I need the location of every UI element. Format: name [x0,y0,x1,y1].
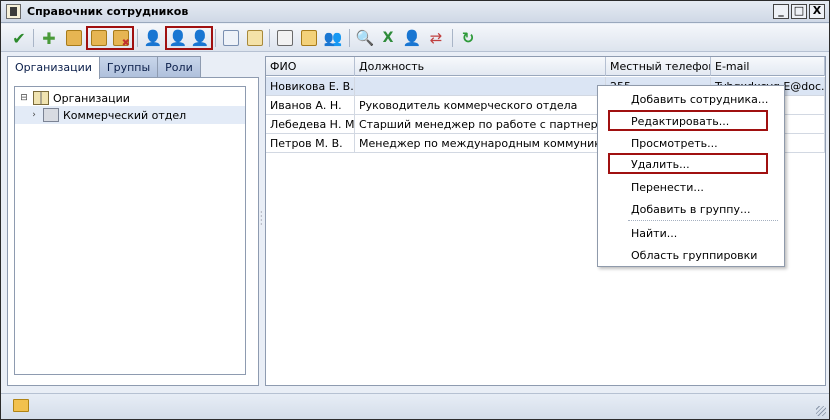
resize-grip[interactable] [816,406,826,416]
expand-icon[interactable]: › [29,110,39,120]
toolbar-separator [33,29,34,47]
excel-icon[interactable]: X [378,28,398,48]
book-icon [33,91,49,105]
column-header-position[interactable]: Должность [355,57,606,76]
cell-position [355,77,606,96]
left-panel: Организации Группы Роли ⊟ Организации › … [7,56,259,386]
tab-groups[interactable]: Группы [98,56,159,78]
user-transfer-icon[interactable]: ⇄ [426,28,446,48]
title-bar[interactable]: Справочник сотрудников _ □ X [1,1,829,23]
toolbar-separator [269,29,270,47]
menu-item-move[interactable]: Перенести... [598,177,784,197]
employee-directory-window: Справочник сотрудников _ □ X ✔ ✚ ✖ 👤 👤 👤… [0,0,830,420]
menu-item-add-employee[interactable]: Добавить сотрудника... [598,89,784,109]
column-header-email[interactable]: E-mail [711,57,825,76]
toolbar-separator [215,29,216,47]
tree-node-label: Коммерческий отдел [63,108,187,122]
collapse-icon[interactable]: ⊟ [19,93,29,103]
menu-separator [628,220,778,221]
cell-position: Старший менеджер по работе с партнерами [355,115,606,134]
add-organization-icon[interactable]: ✚ [39,28,59,48]
cell-position: Руководитель коммерческого отдела [355,96,606,115]
tree-node-commercial-department[interactable]: › Коммерческий отдел [15,106,245,124]
delete-user-icon[interactable]: 👤 [190,28,210,48]
window-controls: _ □ X [773,4,825,19]
menu-item-edit[interactable]: Редактировать... [598,111,784,131]
edit-folder-icon[interactable] [89,28,109,48]
tab-content: ⊟ Организации › Коммерческий отдел [7,77,259,386]
group-active-icon[interactable] [299,28,319,48]
user-key-icon[interactable]: 👤 [402,28,422,48]
menu-item-add-to-group[interactable]: Добавить в группу... [598,199,784,219]
toolbar: ✔ ✚ ✖ 👤 👤 👤 👥 🔍 X 👤 ⇄ ↻ [1,24,829,52]
cell-name: Иванов А. Н. [266,96,355,115]
tab-organizations[interactable]: Организации [7,56,100,79]
menu-item-delete[interactable]: Удалить... [598,154,784,174]
grid-header: ФИО Должность Местный телефон E-mail [266,57,825,76]
users-disabled-icon: 👥 [323,29,343,47]
close-button[interactable]: X [809,4,825,19]
delete-folder-icon[interactable]: ✖ [111,28,131,49]
tab-roles[interactable]: Роли [157,56,201,78]
cell-name: Лебедева Н. М. [266,115,355,134]
splitter-handle[interactable]: · · · · [260,209,263,229]
toolbar-separator [137,29,138,47]
minimize-button[interactable]: _ [773,4,789,19]
folder-icon[interactable] [13,399,29,412]
cell-position: Менеджер по международным коммуникациям [355,134,606,153]
column-header-phone[interactable]: Местный телефон [606,57,711,76]
add-folder-icon[interactable] [64,28,84,48]
menu-item-view[interactable]: Просмотреть... [598,133,784,153]
left-tabs: Организации Группы Роли [7,56,201,79]
tree-node-organizations[interactable]: ⊟ Организации [19,89,130,107]
checkmark-icon[interactable]: ✔ [9,28,29,48]
status-bar [1,393,829,419]
cell-name: Петров М. В. [266,134,355,153]
organization-tree: ⊟ Организации › Коммерческий отдел [14,86,246,375]
toolbar-separator [349,29,350,47]
refresh-icon[interactable]: ↻ [458,28,478,48]
window-title: Справочник сотрудников [27,5,189,18]
edit-user-icon[interactable]: 👤 [168,28,188,48]
toolbar-separator [452,29,453,47]
column-header-name[interactable]: ФИО [266,57,355,76]
maximize-button[interactable]: □ [791,4,807,19]
search-icon[interactable]: 🔍 [355,28,375,48]
group-icon[interactable] [275,28,295,48]
menu-item-grouping-area[interactable]: Область группировки [598,245,784,265]
card-icon[interactable] [221,28,241,48]
department-icon [43,108,59,122]
menu-item-find[interactable]: Найти... [598,223,784,243]
context-menu: Добавить сотрудника... Редактировать... … [597,85,785,267]
add-user-icon[interactable]: 👤 [143,28,163,48]
card-edit-icon[interactable] [245,28,265,48]
cell-name: Новикова Е. В. [266,77,355,96]
tree-node-label: Организации [53,91,130,105]
app-icon [6,4,21,19]
